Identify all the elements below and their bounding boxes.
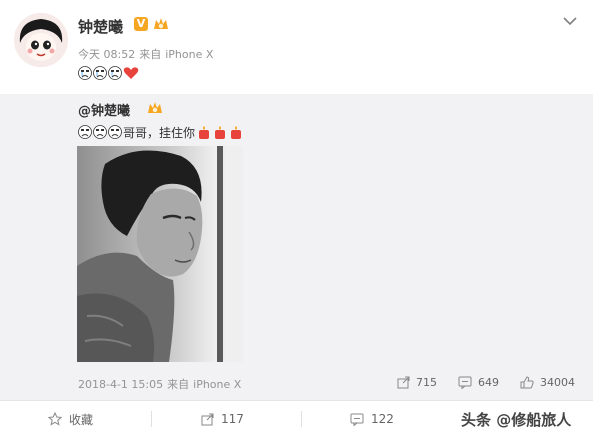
vip-icon[interactable]: [152, 15, 170, 32]
repost-button[interactable]: 117: [201, 401, 244, 437]
favorite-label: 收藏: [69, 412, 94, 427]
original-text-content: 哥哥，挂住你: [123, 125, 196, 140]
weibo-post: 钟楚曦 V 今天 08:52 来自 iPhone X @钟楚曦 哥哥，挂住你 2…: [0, 0, 593, 437]
original-repost-stat[interactable]: 715: [397, 374, 437, 390]
verified-icon: V: [134, 17, 148, 31]
crying-emoji-icon: [93, 125, 107, 139]
repost-count: 117: [221, 412, 244, 426]
vip-icon[interactable]: [146, 99, 164, 116]
crying-emoji-icon: [108, 66, 122, 80]
candle-emoji-icon: [199, 126, 210, 139]
like-icon: [520, 375, 534, 388]
original-author[interactable]: @钟楚曦: [78, 100, 130, 119]
candle-emoji-icon: [215, 126, 226, 139]
original-repost-count: 715: [416, 375, 437, 389]
divider: [151, 411, 152, 427]
original-comment-stat[interactable]: 649: [458, 374, 499, 390]
crying-emoji-icon: [108, 125, 122, 139]
chevron-down-icon[interactable]: [562, 15, 578, 27]
candle-emoji-icon: [231, 126, 242, 139]
author-name[interactable]: 钟楚曦: [78, 16, 123, 37]
comment-count: 122: [371, 412, 394, 426]
comment-icon: [458, 376, 472, 389]
star-icon: [48, 412, 62, 426]
crying-emoji-icon: [78, 66, 92, 80]
original-meta: 2018-4-1 15:05 来自 iPhone X: [78, 376, 245, 392]
heart-icon: [123, 67, 139, 79]
crying-emoji-icon: [93, 66, 107, 80]
original-text: 哥哥，挂住你: [78, 124, 243, 140]
action-bar: 收藏 117 122 头条 @修船旅人: [0, 400, 593, 437]
post-meta: 今天 08:52 来自 iPhone X: [78, 46, 217, 62]
original-comment-count: 649: [478, 375, 499, 389]
comment-button[interactable]: 122: [350, 401, 394, 437]
comment-icon: [350, 413, 364, 426]
avatar[interactable]: [14, 13, 68, 67]
watermark: 头条 @修船旅人: [461, 411, 572, 429]
original-time[interactable]: 2018-4-1 15:05: [78, 378, 163, 391]
divider: [301, 411, 302, 427]
original-like-stat[interactable]: 34004: [520, 374, 575, 390]
repost-icon: [201, 413, 214, 425]
post-time[interactable]: 今天 08:52: [78, 48, 135, 61]
repost-icon: [397, 376, 410, 388]
original-device[interactable]: iPhone X: [193, 378, 241, 391]
favorite-button[interactable]: 收藏: [48, 401, 93, 437]
source-prefix: 来自: [139, 48, 162, 61]
post-body: [78, 64, 139, 82]
source-prefix: 来自: [167, 378, 190, 391]
crying-emoji-icon: [78, 125, 92, 139]
post-photo[interactable]: [77, 146, 243, 362]
original-like-count: 34004: [540, 375, 575, 389]
repost-block: @钟楚曦 哥哥，挂住你 2018-4-1 15:05 来自 iPhone X 7…: [0, 94, 593, 400]
post-device[interactable]: iPhone X: [165, 48, 213, 61]
